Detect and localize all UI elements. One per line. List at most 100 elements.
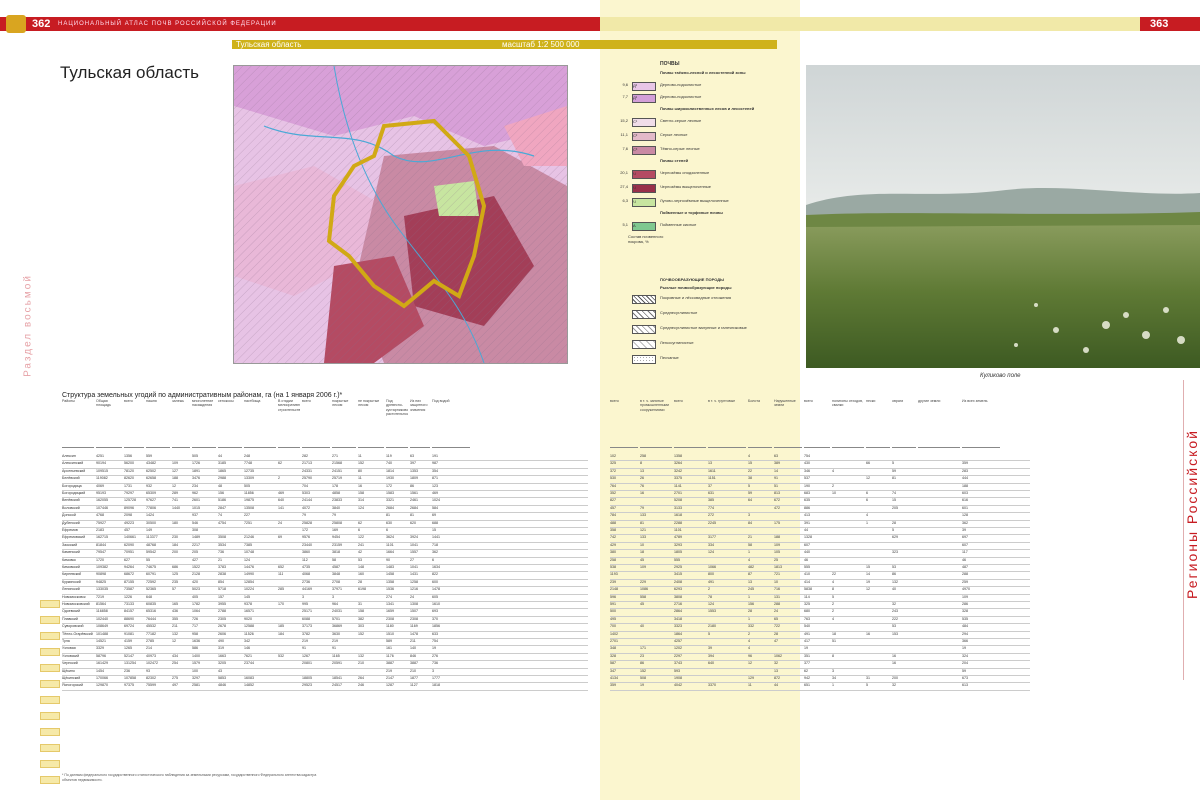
table-cell: 200 [172, 550, 178, 555]
table-cell: 264 [358, 676, 364, 680]
table-cell: 3924 [410, 535, 418, 540]
table-cell: 1 [832, 683, 834, 688]
table-cell: 16 [358, 483, 362, 488]
legend-item-label: Пойменные кислые [660, 222, 697, 227]
table-cell: 700 [610, 624, 616, 629]
table-cell: 23159 [332, 542, 342, 547]
legend-item: Покровные и лёссовидные отложения [612, 295, 792, 304]
legend-item: 20,1 Ч Чернозёмы оподзоленные [612, 170, 792, 179]
table-cell: 16571 [244, 609, 254, 614]
table-cell: 294 [962, 631, 968, 636]
table-cell: 651 [804, 683, 810, 688]
table-cell: 40 [892, 587, 896, 592]
table-cell: 24031 [332, 609, 342, 614]
table-cell: 1180 [386, 624, 394, 629]
table-cell: 234 [192, 483, 198, 488]
table-cell: 19 [432, 646, 436, 651]
table-cell: 1400 [192, 653, 200, 658]
table-cell: 3860 [302, 550, 310, 555]
table-cell: 1731 [124, 483, 132, 488]
table-cell: 3 [302, 594, 304, 599]
table-cell: 19 [804, 646, 808, 651]
table-cell: 90194 [96, 461, 106, 466]
table-cell: 16 [866, 631, 870, 636]
table-cell: 25808 [332, 520, 342, 525]
table-cell: 319 [218, 646, 224, 651]
table-cell: 19875 [244, 498, 254, 503]
table-cell: 288 [774, 602, 780, 606]
table-cell: 697 [962, 535, 968, 540]
table-cell: 133 [640, 535, 646, 540]
table-cell: 5718 [218, 587, 226, 592]
table-cell: 12 [748, 661, 752, 666]
table-cell: 718 [432, 542, 438, 547]
table-cell: 124 [708, 550, 714, 555]
legend-group-heading: Пойменные и торфяные почвы [660, 210, 723, 215]
table-cell-district: Узловая [62, 646, 76, 651]
table-cell: 620 [410, 520, 416, 525]
table-cell: 12588 [244, 624, 254, 629]
table-cell: 3321 [386, 498, 394, 503]
table-header: Из всех земель [962, 399, 1000, 448]
region-side-label: Регионы Российской Федерации / Центральн… [1184, 429, 1200, 599]
table-cell: 380 [610, 550, 616, 555]
table-cell: 184 [172, 542, 178, 547]
table-cell: 3323 [674, 624, 682, 629]
table-cell: 65 [774, 616, 778, 621]
table-header: всего [674, 399, 706, 448]
table-cell: 52147 [124, 653, 134, 658]
table-cell: 52365 [146, 587, 156, 592]
table-cell: 3205 [218, 661, 226, 666]
table-cell: 417 [804, 639, 810, 643]
table-cell: 161 [386, 646, 392, 651]
table-cell: 77806 [146, 505, 156, 510]
table-cell: 324 [962, 653, 968, 658]
legend-item-label: Среднесуглинистые валунные и галечниковы… [660, 325, 747, 330]
table-cell: 846 [410, 653, 416, 658]
table-cell: 107446 [96, 505, 108, 510]
table-cell: 555 [804, 565, 810, 569]
table-cell: 125 [172, 572, 178, 577]
table-cell: 2 [832, 602, 834, 606]
table-cell-district: Донской [62, 513, 76, 518]
table-cell: 9020 [244, 616, 252, 621]
table-cell: 158 [358, 491, 364, 495]
table-cell: 6 [866, 491, 868, 495]
table-cell: 616 [962, 498, 968, 503]
table-cell: 23440 [302, 542, 312, 547]
table-cell: 12 [172, 483, 176, 488]
table-cell: 800 [708, 572, 714, 577]
table-cell: 3955 [218, 602, 226, 606]
table-cell: 23833 [332, 498, 342, 503]
table-cell: 1478 [432, 587, 440, 592]
table-cell: 132 [892, 579, 898, 584]
table-cell: 7385 [244, 542, 252, 547]
table-cell: 555 [674, 557, 680, 562]
table-cell-district: Кимовский [62, 565, 80, 569]
table-cell: 91 [302, 646, 306, 651]
table-cell: 60791 [146, 572, 156, 577]
table-cell: 5 [892, 461, 894, 466]
table-cell: 1856 [432, 624, 440, 629]
legend-item-label: Песчаные [660, 355, 679, 360]
table-cell: 39 [708, 646, 712, 651]
table-cell: 1877 [410, 676, 418, 680]
table-cell: 1062 [774, 653, 782, 658]
table-cell: 385 [708, 498, 714, 503]
table-cell: 9378 [244, 602, 252, 606]
table-cell: 1813 [774, 565, 782, 569]
table-cell: 1610 [432, 602, 440, 606]
table-cell: 1458 [386, 572, 394, 577]
table-cell: 2988 [218, 476, 226, 481]
table-cell: 1908 [674, 676, 682, 680]
table-cell: 254 [172, 661, 178, 666]
table-cell: 410 [804, 572, 810, 577]
table-cell: 32 [892, 683, 896, 688]
table-cell: 19 [866, 579, 870, 584]
table-cell: 259 [962, 579, 968, 584]
table-cell: 165 [172, 602, 178, 606]
table-cell: 58796 [96, 653, 106, 658]
table-cell: 704 [302, 483, 308, 488]
table-cell: 532 [278, 653, 284, 658]
legend-item: 9,6 Д² Дерново-подзолистые [612, 82, 792, 91]
